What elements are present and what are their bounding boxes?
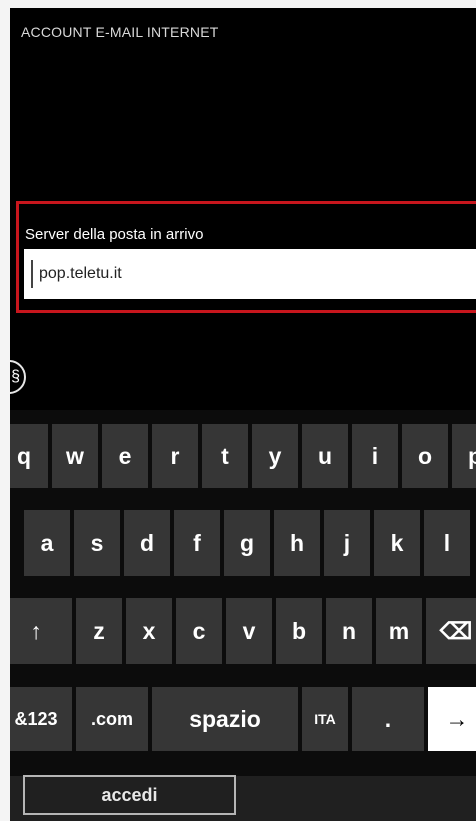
key-f[interactable]: f	[174, 510, 220, 576]
key-backspace[interactable]: ⌫	[426, 598, 476, 664]
incoming-server-input[interactable]: pop.teletu.it	[24, 249, 476, 299]
key-u[interactable]: u	[302, 424, 348, 488]
key-period[interactable]: .	[352, 687, 424, 751]
key-enter[interactable]: →	[428, 687, 476, 751]
key-d[interactable]: d	[124, 510, 170, 576]
key-o[interactable]: o	[402, 424, 448, 488]
key-a[interactable]: a	[24, 510, 70, 576]
circle-icon[interactable]: §	[10, 360, 26, 394]
key-t[interactable]: t	[202, 424, 248, 488]
key-k[interactable]: k	[374, 510, 420, 576]
page-title: ACCOUNT E-MAIL INTERNET	[21, 24, 219, 40]
key-i[interactable]: i	[352, 424, 398, 488]
text-caret	[31, 260, 33, 288]
key-q[interactable]: q	[10, 424, 48, 488]
key-l[interactable]: l	[424, 510, 470, 576]
key-language[interactable]: ITA	[302, 687, 348, 751]
keyboard: q w e r t y u i o p a s d f g h j k l ↑ …	[10, 410, 476, 821]
key-z[interactable]: z	[76, 598, 122, 664]
key-g[interactable]: g	[224, 510, 270, 576]
key-j[interactable]: j	[324, 510, 370, 576]
key-b[interactable]: b	[276, 598, 322, 664]
key-y[interactable]: y	[252, 424, 298, 488]
key-space[interactable]: spazio	[152, 687, 298, 751]
incoming-server-label: Server della posta in arrivo	[25, 226, 204, 243]
key-shift[interactable]: ↑	[10, 598, 72, 664]
key-p[interactable]: p	[452, 424, 476, 488]
key-c[interactable]: c	[176, 598, 222, 664]
key-v[interactable]: v	[226, 598, 272, 664]
key-dot-com[interactable]: .com	[76, 687, 148, 751]
key-symbols[interactable]: &123	[10, 687, 72, 751]
key-s[interactable]: s	[74, 510, 120, 576]
key-m[interactable]: m	[376, 598, 422, 664]
key-x[interactable]: x	[126, 598, 172, 664]
key-r[interactable]: r	[152, 424, 198, 488]
key-n[interactable]: n	[326, 598, 372, 664]
key-e[interactable]: e	[102, 424, 148, 488]
phone-screen: ACCOUNT E-MAIL INTERNET Server della pos…	[10, 8, 476, 821]
key-h[interactable]: h	[274, 510, 320, 576]
accedi-button[interactable]: accedi	[23, 775, 236, 815]
key-w[interactable]: w	[52, 424, 98, 488]
